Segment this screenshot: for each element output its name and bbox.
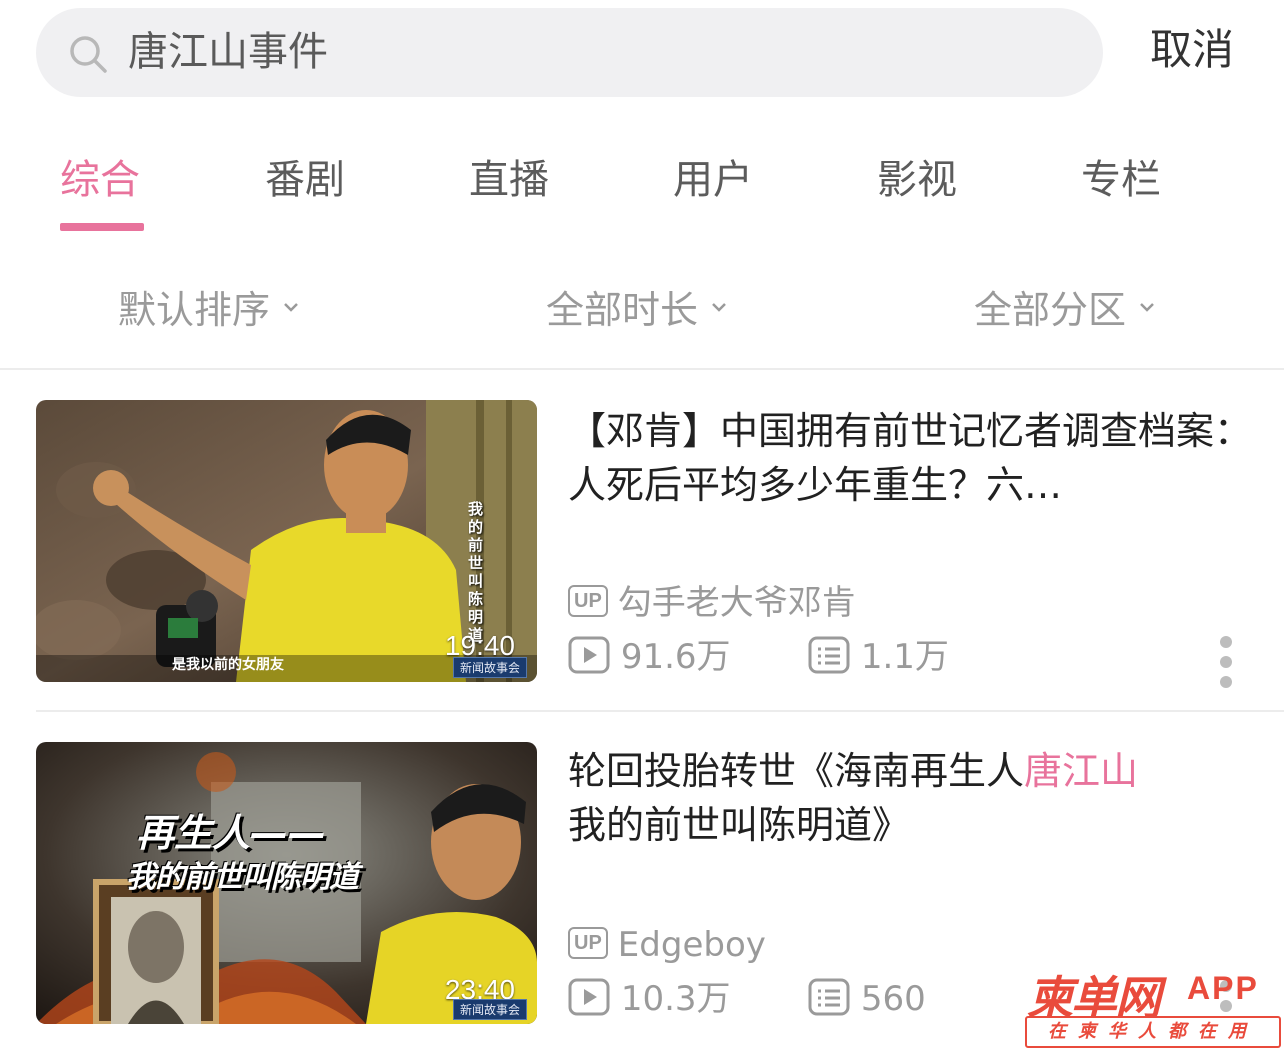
sort-filter[interactable]: 默认排序: [118, 283, 302, 337]
chevron-down-icon: [284, 302, 298, 312]
thumbnail-overlay-title: 再生人——: [136, 811, 327, 855]
tab-users[interactable]: 用户: [673, 152, 753, 208]
program-badge: 新闻故事会: [452, 999, 527, 1020]
up-badge-icon: UP: [568, 926, 608, 959]
danmaku-count: 1.1万: [860, 637, 949, 677]
danmaku-count: 560: [860, 979, 926, 1019]
danmaku-icon: [808, 636, 850, 673]
title-text: 我的前世叫陈明道》: [568, 803, 911, 847]
stats-row-2: 10.3万: [568, 976, 731, 1022]
uploader-row-1[interactable]: UP 勾手老大爷邓肯: [568, 580, 856, 626]
title-highlight: 唐江山: [1024, 749, 1139, 793]
danmaku-row-2: 560: [808, 976, 926, 1022]
cancel-button[interactable]: 取消: [1150, 22, 1234, 78]
danmaku-icon: [808, 978, 850, 1015]
play-count: 91.6万: [620, 637, 731, 677]
uploader-name: Edgeboy: [617, 925, 766, 965]
category-filter[interactable]: 全部分区: [974, 283, 1158, 337]
search-bar[interactable]: 唐江山事件: [36, 8, 1103, 97]
video-thumbnail-2[interactable]: 再生人—— 我的前世叫陈明道 23:40 新闻故事会: [36, 742, 537, 1024]
danmaku-row-1: 1.1万: [808, 634, 949, 680]
thumbnail-side-text: 我的前世叫陈明道: [468, 500, 484, 644]
tab-live[interactable]: 直播: [469, 152, 549, 208]
play-count: 10.3万: [620, 979, 731, 1019]
more-options-icon[interactable]: [1218, 636, 1234, 688]
chevron-down-icon: [712, 302, 726, 312]
duration-filter[interactable]: 全部时长: [546, 283, 730, 337]
play-count-icon: [568, 636, 610, 673]
play-count-icon: [568, 978, 610, 1015]
program-badge: 新闻故事会: [452, 657, 527, 678]
chevron-down-icon: [1140, 302, 1154, 312]
tab-articles[interactable]: 专栏: [1081, 152, 1161, 208]
tab-film[interactable]: 影视: [877, 152, 957, 208]
category-filter-label: 全部分区: [974, 288, 1127, 332]
filter-divider: [0, 368, 1284, 370]
search-icon: [70, 36, 107, 73]
search-input[interactable]: 唐江山事件: [128, 8, 328, 97]
sort-filter-label: 默认排序: [118, 288, 271, 332]
thumbnail-overlay-subtitle: 我的前世叫陈明道: [126, 860, 359, 895]
video-title-2[interactable]: 轮回投胎转世《海南再生人唐江山我的前世叫陈明道》: [568, 744, 1258, 852]
tab-bangumi[interactable]: 番剧: [265, 152, 345, 208]
stats-row-1: 91.6万: [568, 634, 731, 680]
watermark: 柬单网 APP 在柬华人都在用: [1025, 962, 1281, 1048]
result-divider: [36, 710, 1284, 712]
watermark-slogan: 在柬华人都在用: [1025, 1016, 1281, 1048]
up-badge-icon: UP: [568, 584, 608, 617]
active-tab-indicator: [60, 223, 144, 231]
title-text: 轮回投胎转世《海南再生人: [568, 749, 1025, 793]
video-thumbnail-1[interactable]: 我的前世叫陈明道 是我以前的女朋友 19:40 新闻故事会: [36, 400, 537, 682]
watermark-app-label: APP: [1187, 970, 1259, 1006]
video-title-1[interactable]: 【邓肯】中国拥有前世记忆者调查档案：人死后平均多少年重生？六…: [568, 404, 1258, 512]
duration-filter-label: 全部时长: [546, 288, 699, 332]
tab-comprehensive[interactable]: 综合: [60, 152, 140, 208]
uploader-name: 勾手老大爷邓肯: [617, 583, 856, 623]
thumbnail-caption: 是我以前的女朋友: [172, 657, 284, 673]
uploader-row-2[interactable]: UP Edgeboy: [568, 922, 766, 968]
